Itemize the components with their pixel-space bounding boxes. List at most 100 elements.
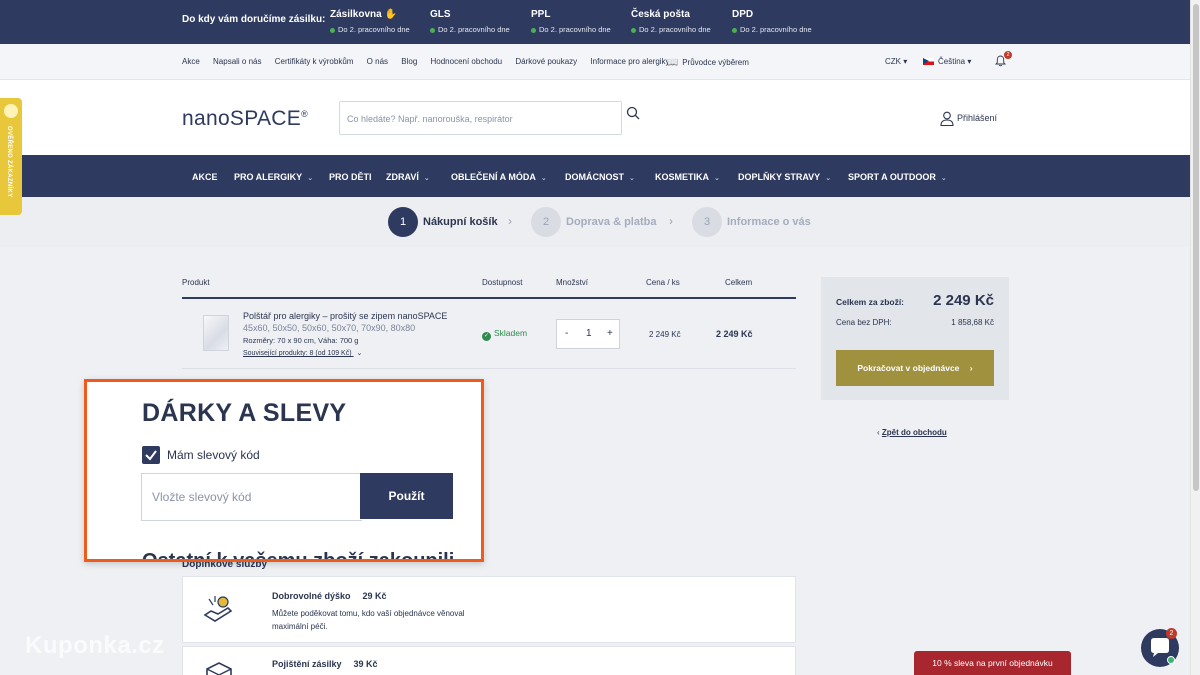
step-3-circle: 3	[692, 207, 722, 237]
available-dot-icon	[330, 27, 335, 33]
col-availability: Dostupnost	[482, 278, 523, 287]
product-sizes: 45x60, 50x50, 50x60, 50x70, 70x90, 80x80	[243, 323, 416, 333]
chevron-down-icon: ⌄	[307, 175, 314, 182]
discount-checkbox[interactable]	[142, 446, 160, 464]
nav-zdravi[interactable]: ZDRAVÍ ⌄	[386, 172, 430, 182]
nav-domacnost[interactable]: DOMÁCNOST ⌄	[565, 172, 635, 182]
nav-akce[interactable]: AKCE	[192, 172, 218, 182]
service-desc: Můžete poděkovat tomu, kdo vaší objednáv…	[272, 609, 465, 631]
available-dot-icon	[531, 27, 536, 33]
main-nav: AKCE PRO ALERGIKY ⌄ PRO DĚTI ZDRAVÍ ⌄ OBLE…	[0, 155, 1190, 197]
qty-value[interactable]: 1	[586, 328, 592, 339]
scrollbar[interactable]	[1190, 0, 1200, 675]
search-input[interactable]: Co hledáte? Např. nanorouška, respirátor	[339, 101, 622, 135]
available-dot-icon	[631, 27, 636, 33]
scrollbar-thumb[interactable]	[1193, 4, 1199, 491]
search-icon[interactable]	[626, 106, 640, 120]
gifts-title: DÁRKY A SLEVY	[142, 399, 347, 427]
link-blog[interactable]: Blog	[401, 57, 417, 66]
delivery-title: Do kdy vám doručíme zásilku:	[182, 14, 326, 25]
link-hodnoceni[interactable]: Hodnocení obchodu	[431, 57, 503, 66]
carrier-name: GLS	[430, 9, 451, 20]
chevron-right-icon: ›	[669, 214, 673, 228]
related-products-link[interactable]: Související produkty: 8 (od 109 Kč) ⌄	[243, 349, 362, 357]
carrier-zasilkovna[interactable]: Zásilkovna ✋ Do 2. pracovního dne	[330, 9, 410, 34]
order-summary: Celkem za zboží: 2 249 Kč Cena bez DPH: …	[821, 277, 1009, 400]
carrier-ceska-posta[interactable]: Česká pošta Do 2. pracovního dne	[631, 9, 711, 34]
chevron-down-icon: ⌄	[825, 175, 832, 182]
back-to-shop-link[interactable]: ‹ Zpět do obchodu	[877, 428, 947, 437]
currency-select[interactable]: CZK ▾	[885, 57, 907, 66]
chevron-right-icon: ›	[969, 363, 973, 373]
continue-order-button[interactable]: Pokračovat v objednávce ›	[836, 350, 994, 386]
link-alergici[interactable]: Informace pro alergiky	[590, 57, 669, 66]
user-icon	[940, 111, 954, 127]
check-icon	[145, 450, 157, 461]
guide-link[interactable]: 📖 Průvodce výběrem	[667, 57, 749, 68]
check-icon: ✓	[482, 332, 491, 341]
link-napsali[interactable]: Napsali o nás	[213, 57, 261, 66]
carrier-dpd[interactable]: DPD Do 2. pracovního dne	[732, 9, 812, 34]
carrier-days: Do 2. pracovního dne	[438, 25, 510, 34]
chevron-down-icon: ⌄	[940, 175, 947, 182]
also-bought-heading: Ostatní k vašemu zboží zakoupili	[142, 550, 455, 562]
logo-mark: ®	[301, 109, 308, 119]
language-select[interactable]: Čeština ▾	[923, 57, 971, 66]
col-total: Celkem	[725, 278, 753, 287]
carrier-days: Do 2. pracovního dne	[639, 25, 711, 34]
qty-minus-button[interactable]: -	[565, 328, 568, 339]
nav-sport[interactable]: SPORT A OUTDOOR ⌄	[848, 172, 947, 182]
carrier-name: Česká pošta	[631, 9, 690, 20]
service-tip[interactable]: Dobrovolné dýško 29 Kč Můžete poděkovat t…	[182, 576, 796, 643]
carrier-name: Zásilkovna	[330, 9, 382, 20]
carrier-name: DPD	[732, 9, 754, 20]
login-label: Přihlášení	[957, 112, 998, 123]
checkout-steps: 1 Nákupní košík › 2 Doprava & platba › 3…	[0, 197, 1190, 247]
coupon-input[interactable]: Vložte slevový kód	[141, 473, 362, 521]
link-o-nas[interactable]: O nás	[367, 57, 388, 66]
carrier-gls[interactable]: GLS Do 2. pracovního dne	[430, 9, 510, 34]
czech-flag-icon	[923, 58, 934, 66]
delivery-bar: Do kdy vám doručíme zásilku: Zásilkovna …	[0, 0, 1200, 44]
summary-vat-value: 1 858,68 Kč	[951, 318, 994, 327]
verified-label: OVĚŘENO ZÁKAZNÍKY	[6, 126, 12, 198]
discount-checkbox-label[interactable]: Mám slevový kód	[167, 448, 260, 462]
available-dot-icon	[430, 27, 435, 33]
nav-kosmetika[interactable]: KOSMETIKA ⌄	[655, 172, 720, 182]
chevron-down-icon: ⌄	[423, 175, 430, 182]
nav-doplnky[interactable]: DOPLŇKY STRAVY ⌄	[738, 172, 831, 182]
step-3-label: Informace o vás	[727, 216, 811, 228]
login-button[interactable]: Přihlášení	[940, 111, 998, 127]
chevron-left-icon: ‹	[877, 428, 880, 437]
chevron-right-icon: ›	[508, 214, 512, 228]
logo[interactable]: nanoSPACE®	[182, 107, 308, 131]
quantity-stepper[interactable]: - 1 +	[556, 319, 620, 349]
link-certifikaty[interactable]: Certifikáty k výrobkům	[275, 57, 354, 66]
link-poukazy[interactable]: Dárkové poukazy	[515, 57, 577, 66]
apply-coupon-button[interactable]: Použít	[360, 473, 453, 519]
product-name[interactable]: Polštář pro alergiky – prošitý se zipem …	[243, 311, 447, 321]
verified-badge[interactable]: OVĚŘENO ZÁKAZNÍKY	[0, 98, 22, 215]
summary-total-label: Celkem za zboží:	[836, 297, 905, 307]
nav-obleceni[interactable]: OBLEČENÍ A MÓDA ⌄	[451, 172, 547, 182]
notification-badge: 2	[1004, 51, 1012, 59]
chevron-down-icon: ⌄	[714, 175, 720, 182]
summary-vat-label: Cena bez DPH:	[836, 318, 892, 327]
step-2-circle: 2	[531, 207, 561, 237]
first-order-promo[interactable]: 10 % sleva na první objednávku	[914, 651, 1071, 675]
service-insurance[interactable]: Pojištění zásilky 39 Kč	[182, 646, 796, 675]
step-1-label: Nákupní košík	[423, 216, 498, 228]
link-akce[interactable]: Akce	[182, 57, 200, 66]
nav-pro-alergiky[interactable]: PRO ALERGIKY ⌄	[234, 172, 313, 182]
caret-down-icon: ▾	[967, 57, 972, 66]
watermark: Kuponka.cz	[25, 632, 165, 659]
qty-plus-button[interactable]: +	[607, 328, 613, 339]
nav-pro-deti[interactable]: PRO DĚTI	[329, 172, 372, 182]
package-icon	[201, 661, 237, 675]
product-image[interactable]	[203, 315, 229, 351]
info-links: Akce Napsali o nás Certifikáty k výrobků…	[182, 57, 681, 66]
hand-icon: ✋	[384, 9, 397, 20]
carrier-ppl[interactable]: PPL Do 2. pracovního dne	[531, 9, 611, 34]
caret-down-icon: ▾	[903, 57, 908, 66]
online-status-dot	[1167, 656, 1175, 664]
